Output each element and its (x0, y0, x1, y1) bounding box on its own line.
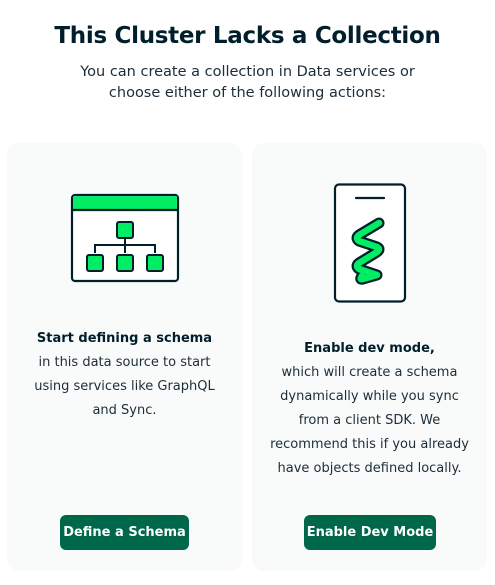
enable-dev-mode-body: which will create a schema dynamically w… (270, 365, 469, 476)
define-schema-description: Start defining a schema in this data sou… (23, 327, 226, 423)
page-subtitle: You can create a collection in Data serv… (80, 64, 415, 101)
enable-dev-mode-description: Enable dev mode, which will create a sch… (266, 337, 473, 481)
page-title: This Cluster Lacks a Collection (54, 23, 441, 49)
define-schema-body: in this data source to start using servi… (34, 355, 215, 418)
define-schema-heading: Start defining a schema (36, 331, 213, 346)
schema-diagram-icon (7, 193, 242, 283)
define-schema-card: Start defining a schema in this data sou… (7, 143, 242, 571)
mobile-device-sync-icon (252, 183, 487, 303)
enable-dev-mode-button[interactable]: Enable Dev Mode (304, 515, 436, 550)
define-schema-button[interactable]: Define a Schema (60, 515, 189, 550)
enable-dev-mode-card: Enable dev mode, which will create a sch… (252, 143, 487, 571)
enable-dev-mode-heading: Enable dev mode, (304, 341, 435, 356)
